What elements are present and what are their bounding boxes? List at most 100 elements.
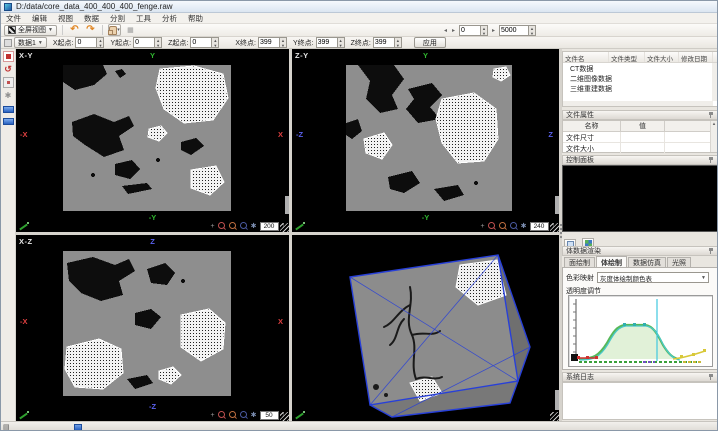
menu-edit[interactable]: 编辑 (32, 13, 47, 24)
step-forward-icon[interactable]: ▸ (491, 27, 496, 34)
volume-render-cube[interactable] (292, 235, 559, 421)
zoom-fit-icon[interactable] (240, 411, 248, 419)
scale-input[interactable] (499, 25, 529, 36)
resize-grip[interactable] (280, 412, 289, 421)
system-log-box[interactable] (562, 382, 718, 420)
expand-icon[interactable]: + (211, 223, 215, 230)
colormap-select[interactable]: 灰度体绘制颜色表 ▼ (597, 272, 709, 283)
annotate-pencil-icon[interactable] (19, 221, 29, 230)
undo-button[interactable]: ↶ (68, 24, 81, 36)
reset-view-icon[interactable]: ↺ (3, 64, 14, 75)
step-back-icon[interactable]: ◂ (443, 27, 448, 34)
column-value[interactable]: 值 (621, 121, 665, 131)
expand-icon[interactable]: + (481, 223, 485, 230)
layer-button-2[interactable] (3, 118, 14, 125)
menu-file[interactable]: 文件 (6, 13, 21, 24)
tree-item-2d-image-data[interactable]: 二维图像数据 (563, 73, 717, 83)
pin-icon[interactable] (708, 248, 714, 255)
spinner-arrows[interactable]: ▲▼ (529, 25, 536, 36)
viewport-3d[interactable] (292, 235, 559, 421)
column-filesize[interactable]: 文件大小 (645, 52, 679, 62)
volume-render-header[interactable]: 体数据渲染 (562, 246, 718, 256)
zoom-fit-icon[interactable] (240, 222, 248, 230)
pin-icon[interactable] (708, 112, 714, 119)
slice-index-value[interactable]: 240 (530, 222, 549, 231)
zoom-in-icon[interactable] (488, 222, 496, 230)
z-end-spinbox[interactable]: ▲▼ (373, 37, 402, 48)
menu-grip-icon[interactable]: ▤ (3, 423, 10, 431)
transfer-function-chart[interactable] (569, 296, 712, 366)
x-start-spinbox[interactable]: ▲▼ (75, 37, 104, 48)
settings-icon[interactable]: ✱ (251, 222, 257, 230)
x-end-spinbox[interactable]: ▲▼ (258, 37, 287, 48)
menu-data[interactable]: 数据 (84, 13, 99, 24)
select-region-tool-icon[interactable] (3, 51, 14, 62)
redo-button[interactable]: ↷ (84, 24, 97, 36)
grid-tool-button[interactable]: ▦ (124, 24, 137, 36)
spinner-arrows[interactable]: ▲▼ (481, 25, 488, 36)
layer-button-1[interactable] (3, 106, 14, 113)
file-properties-header[interactable]: 文件属性 (562, 110, 718, 120)
control-panel-preview[interactable] (562, 165, 718, 232)
title-bar[interactable]: D:/data/core_data_400_400_400_fenge.raw (1, 1, 718, 13)
resize-grip[interactable] (550, 412, 559, 421)
annotate-pencil-icon[interactable] (19, 410, 29, 419)
transfer-function-editor[interactable] (568, 295, 713, 367)
property-row-dimensions[interactable]: 文件尺寸 (563, 132, 717, 143)
tree-item-ct-data[interactable]: CT数据 (563, 63, 717, 73)
tree-vertical-scrollbar[interactable] (712, 63, 717, 101)
control-panel-header[interactable]: 控制面板 (562, 155, 718, 165)
slice-image-zy[interactable] (346, 65, 512, 211)
properties-scrollbar[interactable]: ▴ (710, 121, 717, 152)
gear-icon[interactable]: ✱ (3, 90, 14, 101)
tree-horizontal-scrollbar[interactable] (563, 101, 713, 106)
y-end-spinbox[interactable]: ▲▼ (316, 37, 345, 48)
frame-input[interactable] (459, 25, 481, 36)
settings-icon[interactable]: ✱ (521, 222, 527, 230)
apply-button[interactable]: 应用 (414, 37, 446, 48)
pin-icon[interactable] (708, 374, 714, 381)
resize-grip[interactable] (280, 223, 289, 232)
viewport-toolbar: + ✱ 50 ↕ (211, 410, 285, 420)
slice-index-value[interactable]: 50 (260, 411, 279, 420)
zoom-in-icon[interactable] (218, 222, 226, 230)
slice-image-xy[interactable] (63, 65, 231, 211)
pin-icon[interactable] (708, 157, 714, 164)
scale-spinbox[interactable]: ▲▼ (499, 25, 536, 36)
menu-analysis[interactable]: 分析 (162, 13, 177, 24)
slice-image-xz[interactable] (63, 251, 231, 396)
slice-index-value[interactable]: 200 (260, 222, 279, 231)
menu-segment[interactable]: 分割 (110, 13, 125, 24)
zoom-out-icon[interactable] (229, 222, 237, 230)
z-start-spinbox[interactable]: ▲▼ (190, 37, 219, 48)
zoom-fit-icon[interactable] (510, 222, 518, 230)
menu-help[interactable]: 帮助 (188, 13, 203, 24)
property-row-size[interactable]: 文件大小 (563, 143, 717, 154)
resize-grip[interactable] (550, 223, 559, 232)
viewport-xy[interactable]: X-Y Y -Y -X X + ✱ 200 ↕ (16, 49, 289, 232)
zoom-out-icon[interactable] (499, 222, 507, 230)
expand-icon[interactable]: + (211, 412, 215, 419)
annotate-pencil-icon[interactable] (295, 410, 305, 419)
viewport-zy[interactable]: Z-Y Y -Y -Z Z + ✱ 240 ↕ (292, 49, 559, 232)
viewport-xz[interactable]: X-Z Z -Z -X X + ✱ 50 ↕ (16, 235, 289, 421)
y-start-spinbox[interactable]: ▲▼ (133, 37, 162, 48)
view-mode-select[interactable]: 全屏视图 ▼ (4, 25, 57, 36)
pan-tool-button[interactable]: ▾ (108, 24, 121, 36)
frame-spinbox[interactable]: ▲▼ (459, 25, 488, 36)
column-filetype[interactable]: 文件类型 (609, 52, 645, 62)
settings-icon[interactable]: ✱ (251, 411, 257, 419)
column-filename[interactable]: 文件名 (563, 52, 609, 62)
zoom-out-icon[interactable] (229, 411, 237, 419)
marker-tool-icon[interactable] (3, 77, 14, 88)
annotate-pencil-icon[interactable] (295, 221, 305, 230)
step-forward-icon[interactable]: ▸ (451, 27, 456, 34)
menu-tools[interactable]: 工具 (136, 13, 151, 24)
column-name[interactable]: 名称 (563, 121, 621, 131)
column-modified[interactable]: 修改日期 (679, 52, 713, 62)
tree-item-3d-recon-data[interactable]: 三维重建数据 (563, 83, 717, 93)
dataset-select[interactable]: 数据1 ▼ (14, 37, 47, 48)
menu-view[interactable]: 视图 (58, 13, 73, 24)
system-log-header[interactable]: 系统日志 (562, 372, 718, 382)
zoom-in-icon[interactable] (218, 411, 226, 419)
